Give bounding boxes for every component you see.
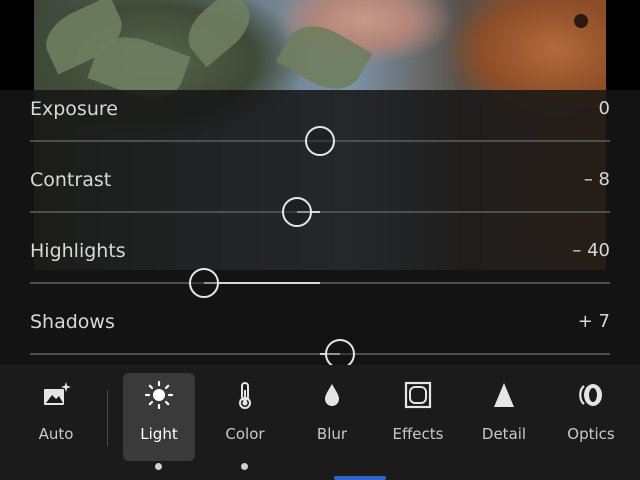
basket-dot — [574, 14, 588, 28]
tool-label: Light — [140, 425, 178, 443]
tool-label: Blur — [316, 425, 348, 443]
adjustment-shadows: Shadows + 7 — [0, 303, 640, 373]
tool-label: Detail — [481, 425, 527, 443]
droplet-icon — [296, 379, 368, 425]
thermometer-icon — [209, 379, 281, 425]
adjustment-highlights: Highlights – 40 — [0, 232, 640, 302]
shadows-slider[interactable] — [30, 339, 610, 369]
highlights-slider[interactable] — [30, 268, 610, 298]
effects-frame-icon — [382, 379, 454, 425]
active-indicator-dot — [155, 463, 162, 470]
adjustment-label: Highlights — [30, 240, 126, 262]
light-adjustment-panel: Exposure 0 Contrast – 8 Highlights – 40 — [0, 90, 640, 369]
adjustment-value: – 8 — [583, 169, 610, 190]
slider-knob[interactable] — [305, 126, 335, 156]
adjustment-label: Exposure — [30, 98, 118, 120]
tool-label: Effects — [392, 425, 444, 443]
adjustment-label: Shadows — [30, 311, 115, 333]
auto-enhance-icon — [20, 379, 92, 425]
tool-detail[interactable]: Detail — [468, 373, 540, 461]
tool-auto[interactable]: Auto — [20, 373, 92, 461]
tool-label: Optics — [567, 425, 615, 443]
tool-label: Auto — [38, 425, 74, 443]
home-indicator — [334, 476, 386, 480]
tool-light[interactable]: Light — [123, 373, 195, 461]
adjustment-value: 0 — [598, 98, 610, 119]
leaf-shape — [275, 13, 373, 102]
adjustment-contrast: Contrast – 8 — [0, 161, 640, 231]
sun-icon — [123, 379, 195, 425]
tool-effects[interactable]: Effects — [382, 373, 454, 461]
adjustment-exposure: Exposure 0 — [0, 90, 640, 160]
exposure-slider[interactable] — [30, 126, 610, 156]
toolbar-divider — [107, 390, 108, 446]
slider-knob[interactable] — [281, 197, 312, 227]
tool-label: Color — [225, 425, 265, 443]
tool-blur[interactable]: Blur — [296, 373, 368, 461]
tool-optics[interactable]: Optics — [555, 373, 627, 461]
adjustment-label: Contrast — [30, 169, 112, 191]
adjustment-value: – 40 — [572, 240, 610, 261]
photo-editor-screen: Exposure 0 Contrast – 8 Highlights – 40 — [0, 0, 640, 480]
triangle-icon — [468, 379, 540, 425]
modified-indicator-dot — [241, 463, 248, 470]
adjustment-value: + 7 — [577, 311, 610, 332]
contrast-slider[interactable] — [30, 197, 610, 227]
lens-icon — [555, 379, 627, 425]
slider-knob[interactable] — [189, 268, 219, 298]
tool-color[interactable]: Color — [209, 373, 281, 461]
slider-fill — [204, 282, 320, 284]
